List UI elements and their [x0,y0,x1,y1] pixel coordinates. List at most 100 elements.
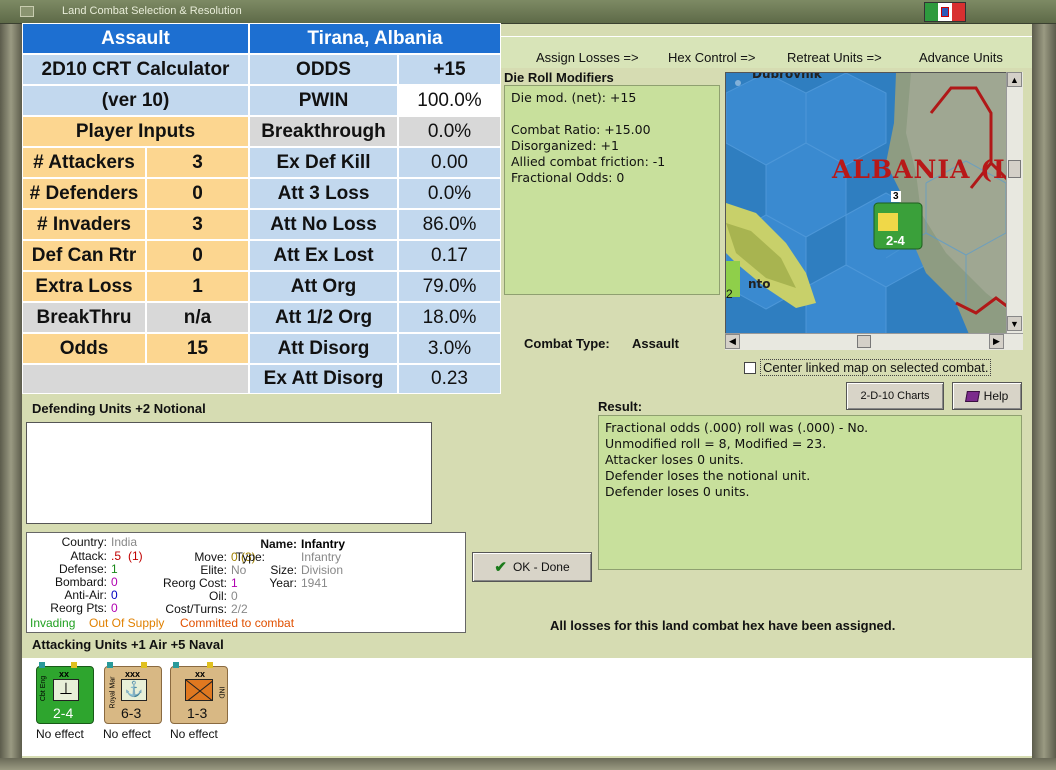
crt-output-label: Att No Loss [249,209,398,240]
map-label-albania: ALBANIA (I [832,155,1006,184]
scroll-thumb[interactable] [1008,160,1021,178]
scroll-down-icon[interactable]: ▼ [1007,316,1022,331]
crt-empty-cell [22,364,249,394]
map-unit-strength[interactable]: 2-4 [886,233,905,248]
crt-output-label: Att 3 Loss [249,178,398,209]
nav-advance-units[interactable]: Advance Units [919,50,1003,65]
crt-output-value: 0.00 [398,147,501,178]
die-roll-line [511,106,713,122]
crt-output-value: 79.0% [398,271,501,302]
info-oil-key: Oil: [209,589,227,603]
info-name-value: Infantry [301,537,346,551]
unit-strength: 1-3 [187,705,208,721]
info-reorgcost-key: Reorg Cost: [162,576,227,590]
crt-input-value[interactable]: 1 [146,271,249,302]
info-move-key: Move: [194,550,227,564]
attacking-unit-card[interactable]: xxx Royal Mar ⚓ 6-3 [104,662,162,724]
map-label-town: nto [748,277,771,291]
unit-flag-icon [141,662,147,668]
crt-output-value: 0.0% [398,178,501,209]
crt-output-label: Att Ex Lost [249,240,398,271]
map-horizontal-scrollbar[interactable]: ◀ ▶ [725,333,1023,350]
attacking-unit-card[interactable]: xx IND 1-3 [170,662,228,724]
info-defense-value: 1 [111,562,118,576]
info-attack-value: .5 [111,549,122,563]
crt-input-label: # Invaders [22,209,146,240]
crt-input-value[interactable]: 0 [146,240,249,271]
crt-output-value: 86.0% [398,209,501,240]
info-size-value: Division [301,563,344,577]
result-line: Attacker loses 0 units. [605,452,744,467]
charts-button[interactable]: 2-D-10 Charts [846,382,944,410]
status-invading: Invading [30,616,76,630]
unit-size: xxx [125,669,141,679]
map-edge-unit-strength[interactable]: 2 [726,287,733,301]
die-roll-line: Die mod. (net): +15 [511,90,637,105]
unit-side-label: IND [217,686,225,699]
crt-input-value[interactable]: 3 [146,147,249,178]
map-vertical-scrollbar[interactable]: ▲ ▼ [1006,72,1023,350]
result-panel: Fractional odds (.000) roll was (.000) -… [598,415,1022,570]
info-elite-key: Elite: [200,563,227,577]
nav-assign-losses[interactable]: Assign Losses => [536,50,639,65]
status-out-of-supply: Out Of Supply [89,616,165,630]
window-title: Land Combat Selection & Resolution [62,5,242,17]
info-antiair-key: Anti-Air: [64,588,107,602]
attacking-unit-card[interactable]: xx Cbt Eng ⊥ 2-4 [36,662,94,724]
scroll-right-icon[interactable]: ▶ [989,334,1004,349]
crt-input-label: Odds [22,333,146,364]
crt-output-value: 0.23 [398,364,501,394]
info-year-value: 1941 [301,576,328,590]
info-size-key: Size: [270,563,297,577]
info-reorg-value: 0 [111,601,118,615]
center-map-checkbox[interactable] [744,362,756,374]
info-country-key: Country: [61,535,107,549]
crt-input-value[interactable]: 0 [146,178,249,209]
unit-strength: 6-3 [121,705,142,721]
info-type-key: Type: [235,550,265,564]
ok-done-button[interactable]: ✔ OK - Done [472,552,592,582]
defending-units-list[interactable] [26,422,432,524]
crt-input-value[interactable]: 3 [146,209,249,240]
nav-hex-control[interactable]: Hex Control => [668,50,755,65]
info-type-value: Infantry [301,550,342,564]
unit-size: xx [195,669,206,679]
scroll-up-icon[interactable]: ▲ [1007,72,1022,87]
linked-map[interactable]: ALBANIA (I Dubrovnik nto 3 2-4 2 [725,72,1023,350]
info-bombard-value: 0 [111,575,118,589]
engineer-unit-icon: ⊥ [53,679,79,701]
window-frame-left [0,24,22,770]
crt-input-label: Def Can Rtr [22,240,146,271]
crt-input-label: BreakThru [22,302,146,333]
scroll-thumb[interactable] [857,335,871,348]
die-roll-modifiers-panel: Die mod. (net): +15 Combat Ratio: +15.00… [504,85,720,295]
die-roll-line: Combat Ratio: +15.00 [511,122,651,137]
losses-assigned-message: All losses for this land combat hex have… [550,618,896,633]
crt-output-value: +15 [398,54,501,85]
attacking-units-title: Attacking Units +1 Air +5 Naval [32,637,224,652]
info-bombard-key: Bombard: [54,575,107,589]
crt-output-label: Att Org [249,271,398,302]
info-oil-value: 0 [231,589,238,603]
scroll-left-icon[interactable]: ◀ [725,334,740,349]
info-name-key: Name: [260,537,297,551]
info-cost-value: 2/2 [231,602,248,616]
help-button[interactable]: Help [952,382,1022,410]
crt-output-value: 100.0% [398,85,501,116]
map-stack-count: 3 [891,191,901,202]
crt-input-value[interactable]: 15 [146,333,249,364]
crt-calc-version: (ver 10) [22,85,249,116]
map-label-dubrovnik: Dubrovnik [752,72,822,81]
result-title: Result: [598,399,643,414]
unit-side-label: Cbt Eng [40,675,48,702]
unit-info-panel: Country: India Attack: .5 (1) Defense: 1… [26,532,466,633]
nav-retreat-units[interactable]: Retreat Units => [787,50,882,65]
center-map-label[interactable]: Center linked map on selected combat. [760,359,992,376]
unit-status: No effect [170,727,218,741]
unit-flag-icon [107,662,113,668]
system-menu-icon[interactable] [20,6,34,17]
crt-input-label: Extra Loss [22,271,146,302]
crt-output-label: PWIN [249,85,398,116]
crt-calc-title: 2D10 CRT Calculator [22,54,249,85]
title-bar: Land Combat Selection & Resolution [0,0,1056,24]
